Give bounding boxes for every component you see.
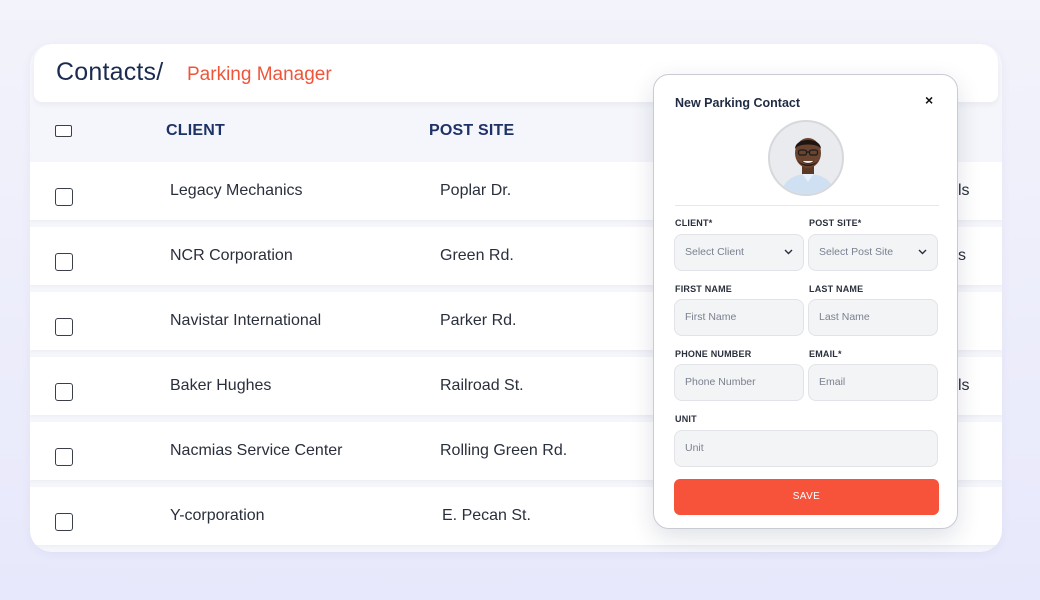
- first-name-field[interactable]: First Name: [674, 299, 804, 336]
- close-icon[interactable]: ×: [925, 92, 933, 108]
- post-site-cell: Rolling Green Rd.: [440, 442, 568, 459]
- select-all-checkbox[interactable]: [55, 125, 72, 137]
- client-select[interactable]: Select Client: [674, 234, 804, 271]
- post-site-label: POST SITE*: [809, 218, 862, 228]
- breadcrumb-current[interactable]: Parking Manager: [187, 64, 332, 86]
- email-field[interactable]: Email: [808, 364, 938, 401]
- new-contact-dialog: New Parking Contact × CLIENT* Select Cli…: [653, 74, 958, 529]
- unit-field[interactable]: Unit: [674, 430, 938, 467]
- row-checkbox[interactable]: [55, 448, 73, 466]
- client-cell: Y-corporation: [170, 507, 265, 524]
- column-header-post-site[interactable]: POST SITE: [429, 122, 514, 140]
- post-site-select[interactable]: Select Post Site: [808, 234, 938, 271]
- post-site-cell: Green Rd.: [440, 247, 514, 264]
- page-title: Contacts/: [56, 58, 164, 86]
- client-cell: Navistar International: [170, 312, 322, 329]
- truncated-cell: s: [958, 247, 966, 264]
- client-label: CLIENT*: [675, 218, 713, 228]
- phone-field[interactable]: Phone Number: [674, 364, 804, 401]
- post-site-cell: Parker Rd.: [440, 312, 517, 329]
- row-checkbox[interactable]: [55, 318, 73, 336]
- dialog-title: New Parking Contact: [675, 96, 801, 110]
- chevron-down-icon: [784, 235, 793, 285]
- unit-label: UNIT: [675, 414, 697, 424]
- email-label: EMAIL*: [809, 349, 842, 359]
- divider: [675, 205, 939, 206]
- last-name-label: LAST NAME: [809, 284, 864, 294]
- client-cell: NCR Corporation: [170, 247, 293, 264]
- row-checkbox[interactable]: [55, 383, 73, 401]
- client-cell: Nacmias Service Center: [170, 442, 343, 459]
- truncated-cell: ls: [958, 182, 970, 199]
- row-checkbox[interactable]: [55, 188, 73, 206]
- chevron-down-icon: [918, 235, 927, 285]
- phone-label: PHONE NUMBER: [675, 349, 752, 359]
- save-button[interactable]: SAVE: [674, 479, 939, 515]
- post-site-cell: Railroad St.: [440, 377, 524, 394]
- post-site-cell: E. Pecan St.: [442, 507, 531, 524]
- client-cell: Baker Hughes: [170, 377, 272, 394]
- last-name-field[interactable]: Last Name: [808, 299, 938, 336]
- post-site-select-value: Select Post Site: [819, 246, 894, 258]
- row-checkbox[interactable]: [55, 253, 73, 271]
- avatar[interactable]: [768, 120, 844, 196]
- person-photo-icon: [770, 122, 842, 194]
- post-site-cell: Poplar Dr.: [440, 182, 512, 199]
- first-name-label: FIRST NAME: [675, 284, 732, 294]
- column-header-client[interactable]: CLIENT: [166, 122, 225, 140]
- client-cell: Legacy Mechanics: [170, 182, 303, 199]
- row-checkbox[interactable]: [55, 513, 73, 531]
- client-select-value: Select Client: [685, 246, 744, 258]
- truncated-cell: ls: [958, 377, 970, 394]
